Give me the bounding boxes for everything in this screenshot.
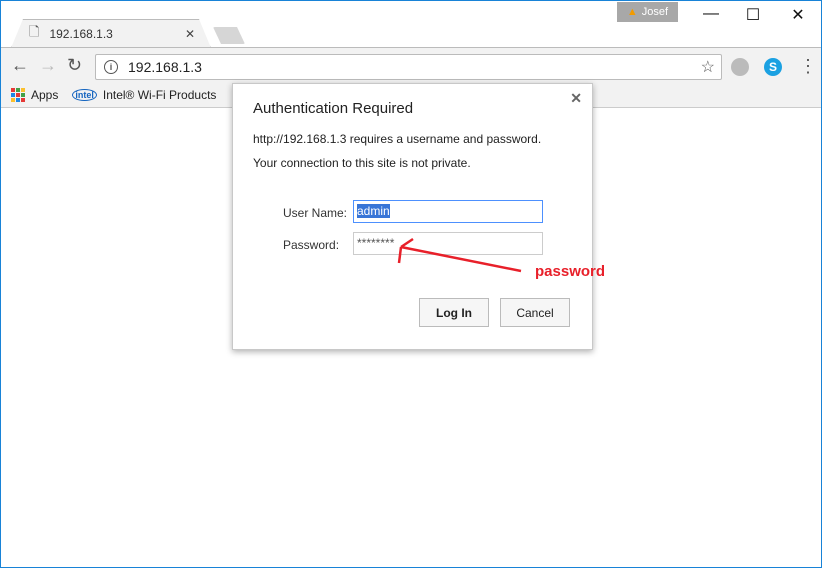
browser-window: ▲ Josef — ☐ ✕ 🗋 192.168.1.3 ✕ ← → ↻ i 192… (0, 0, 822, 568)
annotation-label: password (535, 263, 606, 280)
annotation-arrow (397, 237, 522, 273)
